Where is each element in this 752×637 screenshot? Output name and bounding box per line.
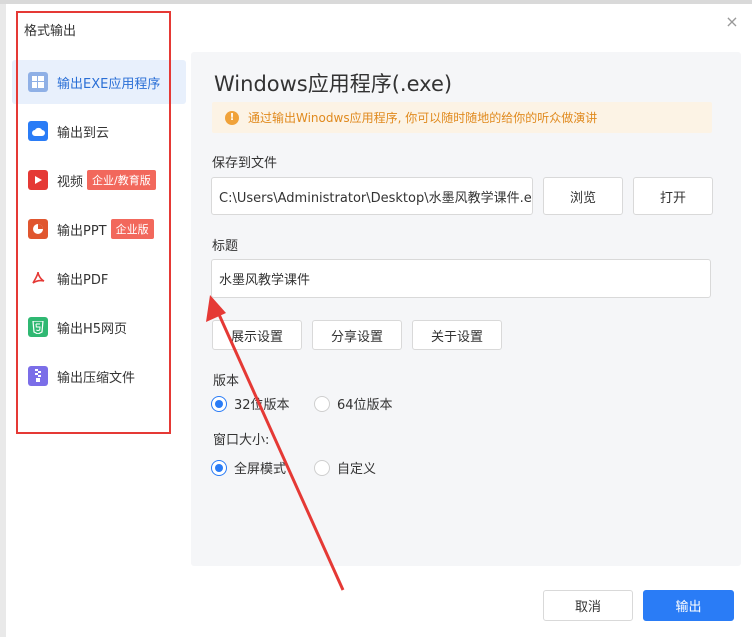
close-icon[interactable]: × <box>722 12 742 32</box>
notice-banner: ! 通过输出Winodws应用程序, 你可以随时随地的给你的听众做演讲 <box>212 102 712 133</box>
panel-title: Windows应用程序(.exe) <box>214 72 453 96</box>
open-button[interactable]: 打开 <box>633 177 713 215</box>
version-64-label: 64位版本 <box>337 398 393 413</box>
edition-badge: 企业版 <box>110 219 154 239</box>
display-settings-button[interactable]: 展示设置 <box>212 320 302 350</box>
fullscreen-radio[interactable]: 全屏模式 <box>211 458 286 477</box>
sidebar-item-label: 输出到云 <box>57 125 110 141</box>
custom-size-label: 自定义 <box>337 462 377 477</box>
sidebar-item-label: 输出PPT <box>57 223 107 239</box>
background-edge <box>0 4 6 637</box>
sidebar-item-ppt[interactable]: 输出PPT 企业版 <box>12 207 186 251</box>
sidebar-item-cloud[interactable]: 输出到云 <box>12 109 186 153</box>
export-settings-panel: Windows应用程序(.exe) ! 通过输出Winodws应用程序, 你可以… <box>191 52 741 566</box>
window-size-label: 窗口大小: <box>213 433 270 448</box>
title-input[interactable]: 水墨风教学课件 <box>211 259 711 298</box>
sidebar-item-label: 视频 <box>57 174 84 190</box>
format-sidebar: 输出EXE应用程序 输出到云 视频 企业/教育版 输出PPT 企业版 输出PDF… <box>12 60 186 403</box>
custom-size-radio[interactable]: 自定义 <box>314 458 376 477</box>
version-label: 版本 <box>213 374 240 389</box>
sidebar-item-label: 输出压缩文件 <box>57 370 136 386</box>
sidebar-item-label: 输出PDF <box>57 272 109 288</box>
zip-icon <box>28 366 48 386</box>
sidebar-item-zip[interactable]: 输出压缩文件 <box>12 354 186 398</box>
radio-selected-icon <box>211 395 227 412</box>
radio-unselected-icon <box>314 459 330 476</box>
share-settings-button[interactable]: 分享设置 <box>312 320 402 350</box>
ppt-icon <box>28 219 48 239</box>
about-settings-button[interactable]: 关于设置 <box>412 320 502 350</box>
sidebar-item-video[interactable]: 视频 企业/教育版 <box>12 158 186 202</box>
dialog-title: 格式输出 <box>24 24 77 39</box>
save-to-file-label: 保存到文件 <box>212 156 278 171</box>
html5-icon <box>28 317 48 337</box>
sidebar-item-label: 输出H5网页 <box>57 321 128 337</box>
version-64-radio[interactable]: 64位版本 <box>314 394 393 413</box>
notice-text: 通过输出Winodws应用程序, 你可以随时随地的给你的听众做演讲 <box>248 111 598 125</box>
sidebar-item-h5[interactable]: 输出H5网页 <box>12 305 186 349</box>
info-icon: ! <box>225 110 239 125</box>
fullscreen-label: 全屏模式 <box>234 462 287 477</box>
cloud-icon <box>28 121 48 141</box>
save-path-input[interactable]: C:\Users\Administrator\Desktop\水墨风教学课件.e… <box>211 177 533 215</box>
sidebar-item-label: 输出EXE应用程序 <box>57 76 161 92</box>
version-32-label: 32位版本 <box>234 398 290 413</box>
sidebar-item-pdf[interactable]: 输出PDF <box>12 256 186 300</box>
sidebar-item-exe[interactable]: 输出EXE应用程序 <box>12 60 186 104</box>
export-button[interactable]: 输出 <box>643 590 734 621</box>
radio-unselected-icon <box>314 395 330 412</box>
browse-button[interactable]: 浏览 <box>543 177 623 215</box>
edition-badge: 企业/教育版 <box>87 170 156 190</box>
window-top-strip <box>0 0 752 4</box>
windows-icon <box>28 72 48 92</box>
cancel-button[interactable]: 取消 <box>543 590 633 621</box>
version-32-radio[interactable]: 32位版本 <box>211 394 290 413</box>
title-label: 标题 <box>212 239 239 254</box>
radio-selected-icon <box>211 459 227 476</box>
pdf-icon <box>28 268 48 288</box>
video-icon <box>28 170 48 190</box>
